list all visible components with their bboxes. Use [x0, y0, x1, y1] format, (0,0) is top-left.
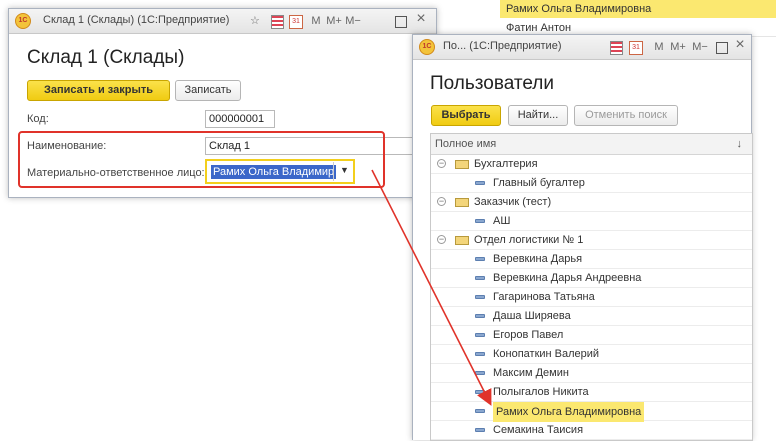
annotation-arrow: [371, 169, 492, 406]
